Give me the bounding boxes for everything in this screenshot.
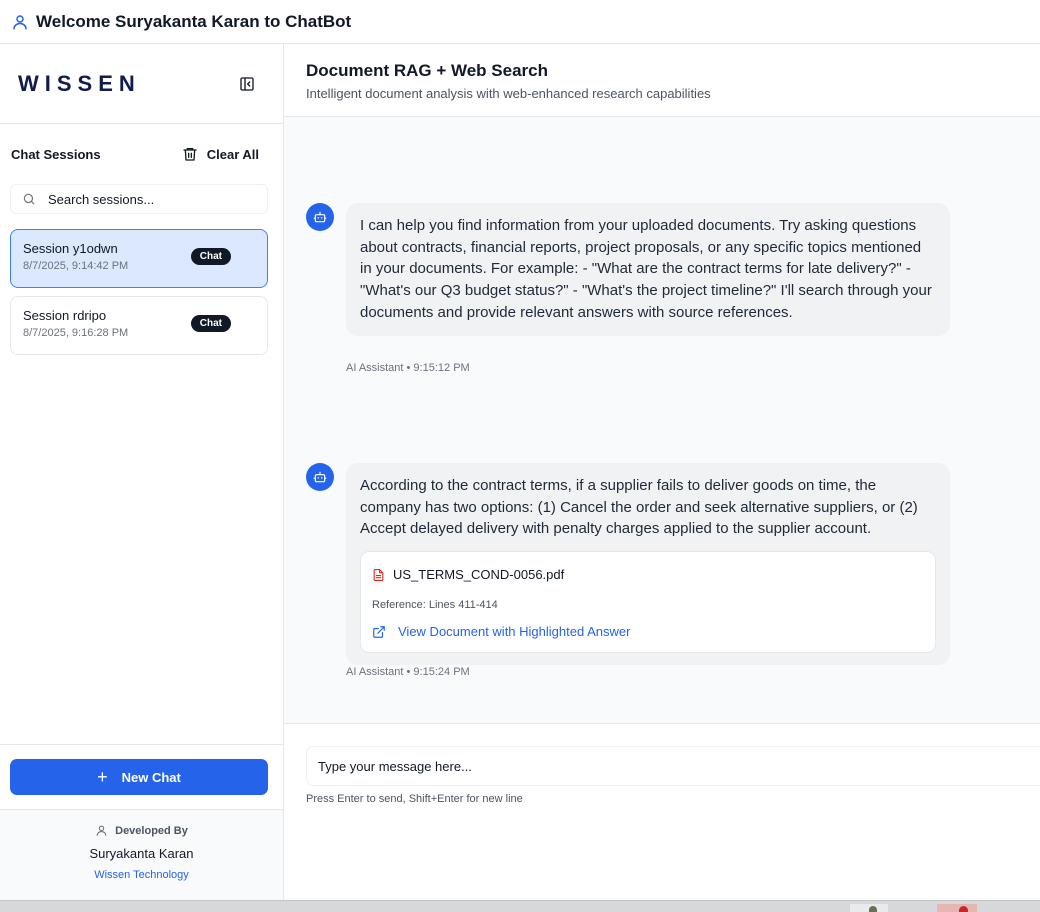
sessions-header: Chat Sessions Clear All — [0, 124, 283, 184]
page-subtitle: Intelligent document analysis with web-e… — [306, 86, 711, 101]
session-item-y1odwn[interactable]: Session y1odwn 8/7/2025, 9:14:42 PM Chat — [10, 229, 268, 288]
taskbar-app-icon[interactable] — [937, 904, 977, 912]
reference-filename: US_TERMS_COND-0056.pdf — [393, 567, 565, 583]
search-icon — [23, 193, 35, 205]
clear-all-label: Clear All — [206, 146, 259, 162]
bot-avatar — [306, 463, 334, 491]
session-time: 8/7/2025, 9:14:42 PM — [23, 260, 129, 272]
external-link-icon — [373, 625, 385, 638]
developed-by-label: Developed By — [115, 824, 188, 837]
clear-all-button[interactable]: Clear All — [182, 146, 259, 162]
new-chat-label: New Chat — [121, 769, 181, 785]
session-list: Session y1odwn 8/7/2025, 9:14:42 PM Chat… — [10, 229, 268, 355]
composer: Press Enter to send, Shift+Enter for new… — [284, 723, 1040, 900]
plus-icon: + — [97, 766, 108, 787]
wissen-logo: WISSEN — [18, 70, 141, 96]
top-header: Welcome Suryakanta Karan to ChatBot — [0, 0, 1040, 44]
taskbar-app-icon[interactable] — [850, 904, 888, 912]
message-meta: AI Assistant • 9:15:24 PM — [346, 666, 470, 678]
session-item-rdripo[interactable]: Session rdripo 8/7/2025, 9:16:28 PM Chat — [10, 296, 268, 355]
main-panel: Document RAG + Web Search Intelligent do… — [284, 44, 1040, 900]
sidebar: WISSEN Chat Sessions Clear All Session y… — [0, 44, 284, 900]
collapse-sidebar-icon[interactable] — [239, 76, 255, 92]
message-list: I can help you find information from you… — [284, 117, 1040, 723]
reference-lines: Reference: Lines 411-414 — [372, 598, 498, 611]
trash-icon — [183, 148, 197, 161]
user-icon — [11, 13, 29, 31]
bot-icon — [313, 211, 327, 223]
session-badge: Chat — [190, 248, 231, 265]
bot-icon — [313, 471, 327, 483]
new-chat-button[interactable]: + New Chat — [10, 759, 268, 795]
session-time: 8/7/2025, 9:16:28 PM — [23, 327, 129, 339]
message-bubble: I can help you find information from you… — [346, 203, 950, 336]
developed-by: Developed By — [0, 824, 283, 837]
company-link[interactable]: Wissen Technology — [94, 869, 189, 881]
pdf-file-icon — [373, 568, 384, 581]
message-text: According to the contract terms, if a su… — [360, 477, 918, 538]
composer-hint: Press Enter to send, Shift+Enter for new… — [306, 793, 523, 805]
message-meta: AI Assistant • 9:15:12 PM — [346, 362, 470, 374]
view-document-link[interactable]: View Document with Highlighted Answer — [372, 624, 923, 640]
brand-bar: WISSEN — [0, 44, 283, 124]
source-reference-card: US_TERMS_COND-0056.pdf Reference: Lines … — [360, 551, 936, 653]
message-input[interactable] — [318, 758, 1040, 774]
sessions-label: Chat Sessions — [11, 146, 101, 162]
welcome-title: Welcome Suryakanta Karan to ChatBot — [36, 11, 352, 31]
message-input-box[interactable] — [306, 746, 1040, 786]
bot-avatar — [306, 203, 334, 231]
search-input[interactable] — [48, 191, 248, 207]
reference-file: US_TERMS_COND-0056.pdf — [372, 564, 923, 586]
os-taskbar — [0, 900, 1040, 912]
user-icon — [96, 825, 107, 836]
session-badge: Chat — [190, 315, 231, 332]
main-header: Document RAG + Web Search Intelligent do… — [284, 44, 1040, 117]
view-document-label: View Document with Highlighted Answer — [398, 623, 631, 639]
session-search[interactable] — [10, 184, 268, 214]
sidebar-footer: Developed By Suryakanta Karan Wissen Tec… — [0, 810, 283, 900]
new-chat-area: + New Chat — [0, 744, 283, 810]
page-title: Document RAG + Web Search — [306, 61, 548, 80]
author-name: Suryakanta Karan — [89, 846, 194, 861]
message-bubble: According to the contract terms, if a su… — [346, 463, 950, 665]
